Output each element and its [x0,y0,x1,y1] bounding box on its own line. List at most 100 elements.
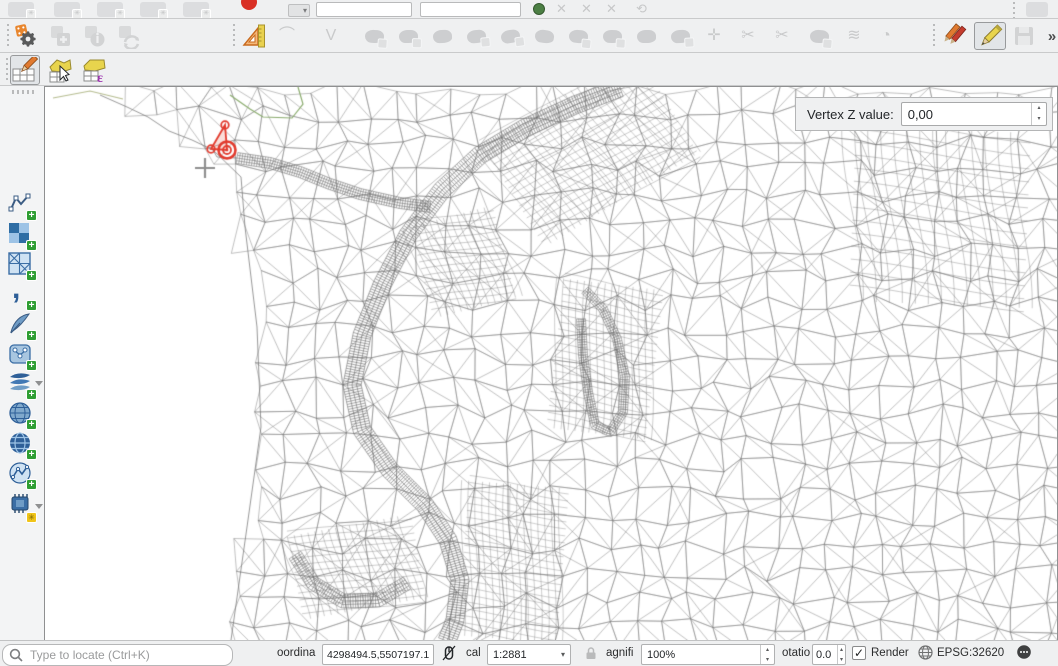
layer-tool-fragment-icon[interactable]: ✳ [97,2,123,17]
toolbar-handle[interactable] [932,24,936,48]
mesh-layer-view[interactable] [45,87,1057,640]
resize-mesh-element-button[interactable] [428,22,456,50]
reindex-mesh-button[interactable]: ≋ [840,22,868,50]
toolbar-handle[interactable] [12,90,34,94]
add-badge: + [26,210,37,221]
layer-tool-fragment-icon[interactable]: ✳ [140,2,166,17]
snowflake-badge-icon: ✳ [115,9,125,19]
lock-scale-icon[interactable] [584,646,598,660]
add-mesh-cube-button[interactable] [46,22,74,50]
green-tool-fragment-icon[interactable] [533,3,545,15]
scis-icon: ✂ [775,28,788,44]
digitize-with-curve-button[interactable]: ⌒ [273,22,301,50]
text-box-fragment[interactable] [420,2,521,17]
add-badge: + [26,389,37,400]
add-wfs-layer-button[interactable]: + [8,461,35,488]
red-record-icon[interactable] [241,0,257,10]
select-by-lasso-button[interactable] [805,22,833,50]
digitize-measure-ruler-button[interactable] [240,22,268,50]
new-geopackage-layer-button[interactable]: + [8,342,35,369]
toolbar-overflow-button[interactable]: » [1038,22,1058,50]
mini-combo-fragment[interactable]: ▾ [288,4,310,17]
spin-down-icon[interactable]: ▾ [761,655,774,665]
coordinate-label: oordina [277,647,315,659]
move-mesh-element-button[interactable] [360,22,388,50]
remove-vertices-button[interactable] [632,22,660,50]
add-badge: + [26,360,37,371]
toolbar-handle[interactable] [5,58,9,82]
cut-mesh-a-button[interactable]: ✂ [734,22,762,50]
crs-globe-icon[interactable] [918,645,933,660]
arc-icon: ⌒ [279,28,295,44]
spin-down-icon[interactable]: ▾ [838,655,845,665]
messages-icon[interactable] [1016,645,1032,660]
tool-badge [821,38,832,49]
layer-tool-fragment-icon[interactable]: ✳ [8,2,34,17]
tool-badge [480,36,491,47]
pie-icon: ◔ [881,28,891,44]
cut-mesh-b-button[interactable]: ✂ [768,22,796,50]
add-wms-layer-button[interactable]: + [8,401,35,428]
delete-vertices-fill-hole-button[interactable] [564,22,592,50]
transform-by-angle-button[interactable]: ◔ [872,22,900,50]
reload-mesh-cube-button[interactable] [114,22,142,50]
add-spatialite-layer-button[interactable]: + [8,312,35,339]
add-virtual-layer-button[interactable]: ✳ [8,494,35,521]
spin-up-icon[interactable]: ▴ [838,645,845,655]
split-mesh-faces-button[interactable] [496,22,524,50]
locate-bar[interactable] [2,644,233,666]
vertex-z-spinner[interactable]: ▴ ▾ [1031,103,1046,125]
add-delimited-text-layer-button[interactable]: , + [8,282,35,309]
force-by-geometry-button[interactable] [462,22,490,50]
toggle-mesh-editing-button[interactable] [974,22,1006,50]
add-mssql-layer-button[interactable]: + [8,371,35,398]
mesh-options-gear-button[interactable] [12,22,40,50]
save-edits-button[interactable] [1010,22,1038,50]
save-floppy-icon [1012,24,1036,48]
transform-mesh-vertices-button[interactable]: ε [80,55,110,85]
add-raster-layer-button[interactable]: + [8,222,35,249]
spin-up-icon[interactable]: ▴ [761,645,774,655]
select-mesh-elements-button[interactable] [46,55,76,85]
mesh-blob-icon [809,29,829,44]
merge-mesh-faces-button[interactable] [530,22,558,50]
layer-tool-fragment-icon[interactable]: ✳ [54,2,80,17]
add-vector-layer-button[interactable]: + [8,192,35,219]
refine-faces-button[interactable]: ✛ [700,22,728,50]
delete-mesh-faces-button[interactable] [598,22,626,50]
rotate-mesh-element-button[interactable] [394,22,422,50]
layer-tool-fragment-icon[interactable]: ✳ [183,2,209,17]
toolbar-handle[interactable] [1012,2,1016,18]
spin-up-icon[interactable]: ▴ [1032,103,1046,114]
add-badge: + [26,419,37,430]
combo-box-fragment[interactable] [316,2,412,17]
crs-label[interactable]: EPSG:32620 [937,647,1004,659]
close-icon[interactable]: ✕ [556,1,567,17]
snowflake-badge-icon: ✳ [158,9,168,19]
map-canvas[interactable]: Vertex Z value: 0,00 ▴ ▾ [44,86,1058,641]
split-edges-button[interactable] [666,22,694,50]
mesh-info-cube-button[interactable] [80,22,108,50]
locate-input[interactable] [28,647,232,663]
mesh-cursor-icon [48,57,74,83]
pencil-tool-fragment-icon[interactable] [1026,2,1048,17]
spin-down-icon[interactable]: ▾ [1032,114,1046,125]
tool-badge [377,38,388,49]
undo-icon[interactable]: ⟲ [636,1,647,17]
vertex-z-input[interactable]: 0,00 ▴ ▾ [901,102,1047,126]
add-wcs-layer-button[interactable]: + [8,431,35,458]
cube-info-icon [81,23,107,49]
render-checkbox[interactable]: ✓ [852,646,866,660]
toolbar-handle[interactable] [6,24,10,48]
cube-plus-icon [47,23,73,49]
layer-dropdown-arrow[interactable] [35,504,43,509]
layer-dropdown-arrow[interactable] [35,381,43,386]
close-icon[interactable]: ✕ [581,1,592,17]
advanced-digitizing-pencils-button[interactable] [941,22,969,50]
toolbar-handle[interactable] [232,24,236,48]
mesh-digitizing-toolbar: ⌒V✛✂✂≋◔ » [0,19,1058,53]
edit-mesh-button[interactable] [10,55,40,85]
vertex-tool-button[interactable]: V [317,22,345,50]
mouse-extents-icon[interactable] [441,645,457,661]
close-icon[interactable]: ✕ [606,1,617,17]
